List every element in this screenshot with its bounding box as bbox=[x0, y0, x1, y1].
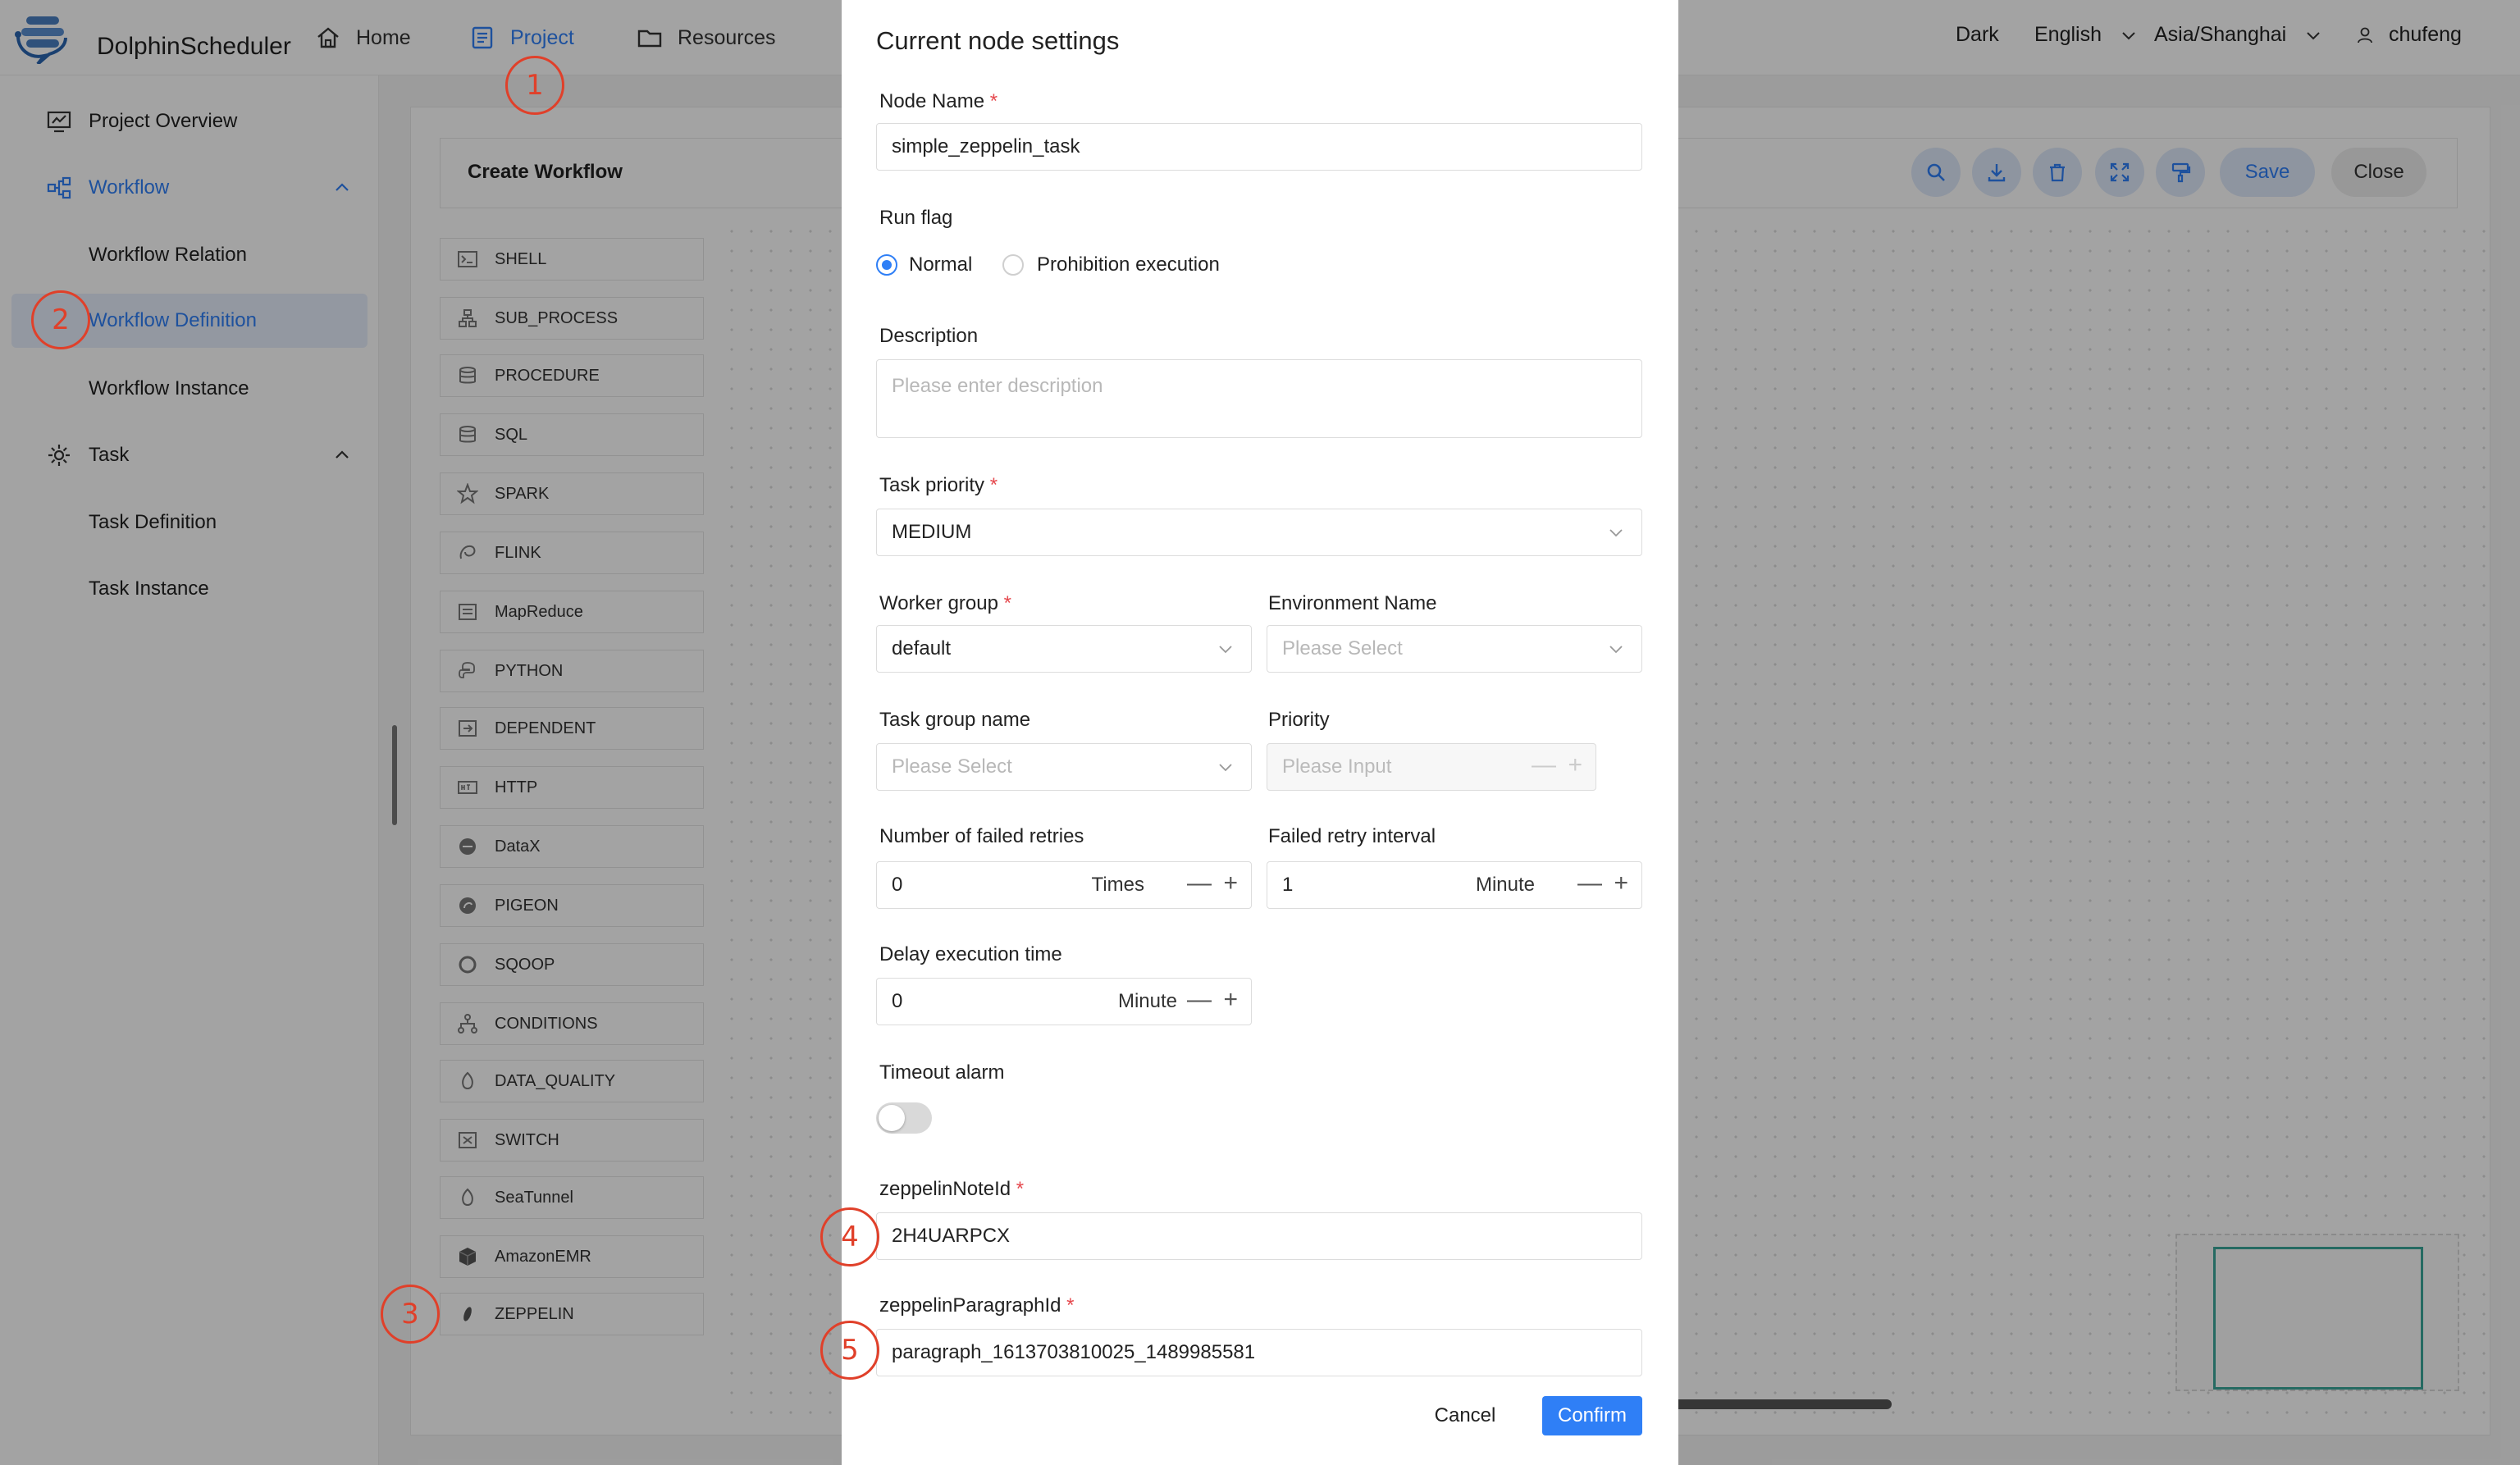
required-mark: * bbox=[989, 474, 998, 496]
unit-suffix: Times bbox=[1091, 874, 1144, 896]
zeppelin-note-id-label: zeppelinNoteId * bbox=[879, 1178, 1024, 1201]
task-group-name-label: Task group name bbox=[879, 709, 1031, 731]
input-value: 0 bbox=[892, 874, 903, 896]
drawer-title: Current node settings bbox=[876, 26, 1120, 55]
chevron-down-icon bbox=[1609, 646, 1623, 654]
required-mark: * bbox=[1066, 1294, 1075, 1317]
input-value: 0 bbox=[892, 990, 903, 1012]
run-flag-prohibit-label[interactable]: Prohibition execution bbox=[1037, 253, 1220, 276]
unit-suffix: Minute bbox=[1117, 990, 1177, 1012]
label-text: zeppelinNoteId bbox=[879, 1178, 1011, 1200]
label-text: Task priority bbox=[879, 474, 985, 496]
label-text: Worker group bbox=[879, 592, 998, 614]
zeppelin-note-id-input[interactable]: 2H4UARPCX bbox=[876, 1212, 1642, 1260]
priority-number-input[interactable]: Please Input — + bbox=[1267, 743, 1596, 791]
placeholder-text: Please enter description bbox=[892, 375, 1103, 397]
placeholder-text: Please Select bbox=[892, 755, 1012, 778]
run-flag-normal-label[interactable]: Normal bbox=[909, 253, 972, 276]
failed-retry-interval-label: Failed retry interval bbox=[1268, 825, 1436, 847]
unit-suffix: Minute bbox=[1475, 874, 1535, 896]
node-name-label: Node Name * bbox=[879, 90, 998, 113]
timeout-alarm-label: Timeout alarm bbox=[879, 1061, 1005, 1084]
decrement-button[interactable]: — bbox=[1532, 751, 1556, 779]
input-value: 2H4UARPCX bbox=[892, 1225, 1011, 1247]
run-flag-label: Run flag bbox=[879, 207, 953, 229]
increment-button[interactable]: + bbox=[1568, 751, 1582, 779]
required-mark: * bbox=[1016, 1178, 1025, 1200]
required-mark: * bbox=[1003, 592, 1011, 614]
label-text: Node Name bbox=[879, 90, 985, 112]
annotation-marker-4: 4 bbox=[820, 1207, 879, 1266]
annotation-marker-3: 3 bbox=[381, 1285, 440, 1344]
timeout-alarm-toggle[interactable] bbox=[876, 1102, 932, 1134]
select-value: MEDIUM bbox=[892, 521, 972, 543]
input-value: simple_zeppelin_task bbox=[892, 135, 1080, 157]
placeholder-text: Please Input bbox=[1282, 755, 1392, 778]
chevron-down-icon bbox=[1219, 764, 1232, 772]
label-text: zeppelinParagraphId bbox=[879, 1294, 1061, 1317]
environment-name-select[interactable]: Please Select bbox=[1267, 625, 1642, 673]
zeppelin-paragraph-id-label: zeppelinParagraphId * bbox=[879, 1294, 1075, 1317]
annotation-marker-1: 1 bbox=[505, 56, 564, 115]
annotation-marker-5: 5 bbox=[820, 1321, 879, 1380]
increment-button[interactable]: + bbox=[1614, 869, 1628, 897]
decrement-button[interactable]: — bbox=[1577, 869, 1602, 897]
description-label: Description bbox=[879, 325, 979, 347]
input-value: paragraph_1613703810025_1489985581 bbox=[892, 1341, 1256, 1363]
run-flag-normal-radio[interactable] bbox=[876, 254, 897, 276]
priority-label: Priority bbox=[1268, 709, 1330, 731]
chevron-down-icon bbox=[1609, 529, 1623, 537]
failed-retry-interval-input[interactable]: 1 Minute — + bbox=[1267, 861, 1642, 909]
zeppelin-paragraph-id-input[interactable]: paragraph_1613703810025_1489985581 bbox=[876, 1329, 1642, 1376]
description-textarea[interactable]: Please enter description bbox=[876, 359, 1642, 438]
run-flag-prohibit-radio[interactable] bbox=[1002, 254, 1024, 276]
task-group-name-select[interactable]: Please Select bbox=[876, 743, 1252, 791]
delay-execution-label: Delay execution time bbox=[879, 943, 1062, 965]
select-value: default bbox=[892, 637, 952, 659]
task-priority-label: Task priority * bbox=[879, 474, 998, 497]
failed-retries-input[interactable]: 0 Times — + bbox=[876, 861, 1252, 909]
chevron-down-icon bbox=[1219, 646, 1232, 654]
confirm-button[interactable]: Confirm bbox=[1542, 1396, 1642, 1435]
increment-button[interactable]: + bbox=[1223, 986, 1238, 1014]
worker-group-select[interactable]: default bbox=[876, 625, 1252, 673]
failed-retries-label: Number of failed retries bbox=[879, 825, 1084, 847]
placeholder-text: Please Select bbox=[1282, 637, 1403, 659]
decrement-button[interactable]: — bbox=[1187, 986, 1212, 1014]
node-settings-drawer: Current node settings Node Name * simple… bbox=[842, 0, 1678, 1465]
delay-execution-input[interactable]: 0 Minute — + bbox=[876, 978, 1252, 1025]
decrement-button[interactable]: — bbox=[1187, 869, 1212, 897]
required-mark: * bbox=[989, 90, 998, 112]
node-name-input[interactable]: simple_zeppelin_task bbox=[876, 123, 1642, 171]
annotation-marker-2: 2 bbox=[31, 290, 90, 349]
input-value: 1 bbox=[1282, 874, 1294, 896]
cancel-button[interactable]: Cancel bbox=[1427, 1396, 1503, 1435]
environment-name-label: Environment Name bbox=[1268, 592, 1437, 614]
task-priority-select[interactable]: MEDIUM bbox=[876, 509, 1642, 556]
worker-group-label: Worker group * bbox=[879, 592, 1011, 615]
increment-button[interactable]: + bbox=[1223, 869, 1238, 897]
